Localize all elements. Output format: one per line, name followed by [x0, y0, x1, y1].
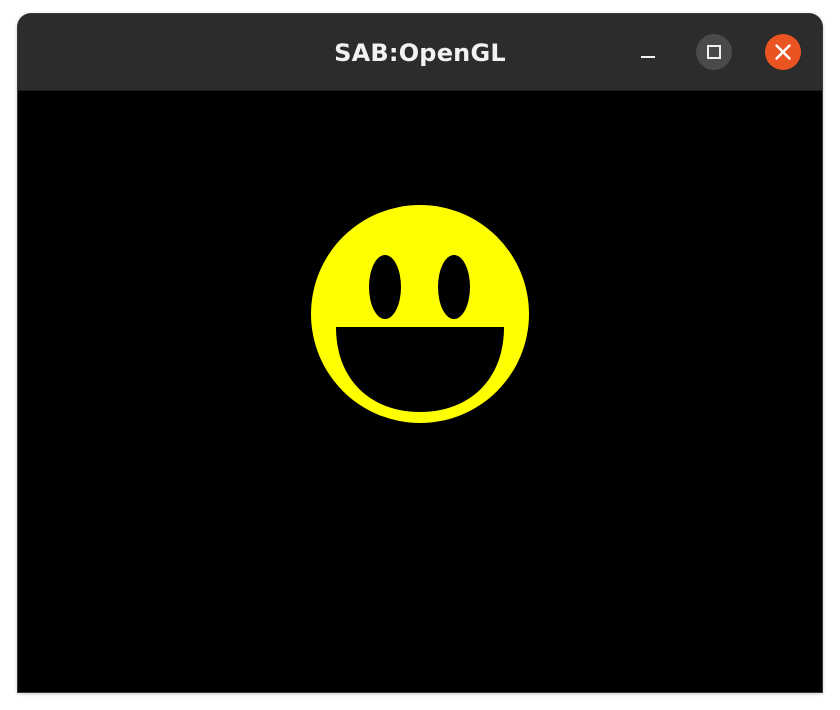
close-button[interactable]: [765, 34, 801, 70]
left-eye: [369, 255, 401, 319]
minimize-icon: [641, 56, 655, 58]
maximize-button[interactable]: [696, 34, 732, 70]
minimize-button[interactable]: [630, 34, 666, 70]
title-bar[interactable]: SAB:OpenGL: [18, 14, 822, 91]
app-window: SAB:OpenGL: [18, 14, 822, 692]
close-icon: [775, 44, 791, 60]
smiley-face-icon: [311, 205, 529, 423]
opengl-canvas[interactable]: [18, 91, 822, 692]
right-eye: [438, 255, 470, 319]
maximize-icon: [707, 45, 721, 59]
